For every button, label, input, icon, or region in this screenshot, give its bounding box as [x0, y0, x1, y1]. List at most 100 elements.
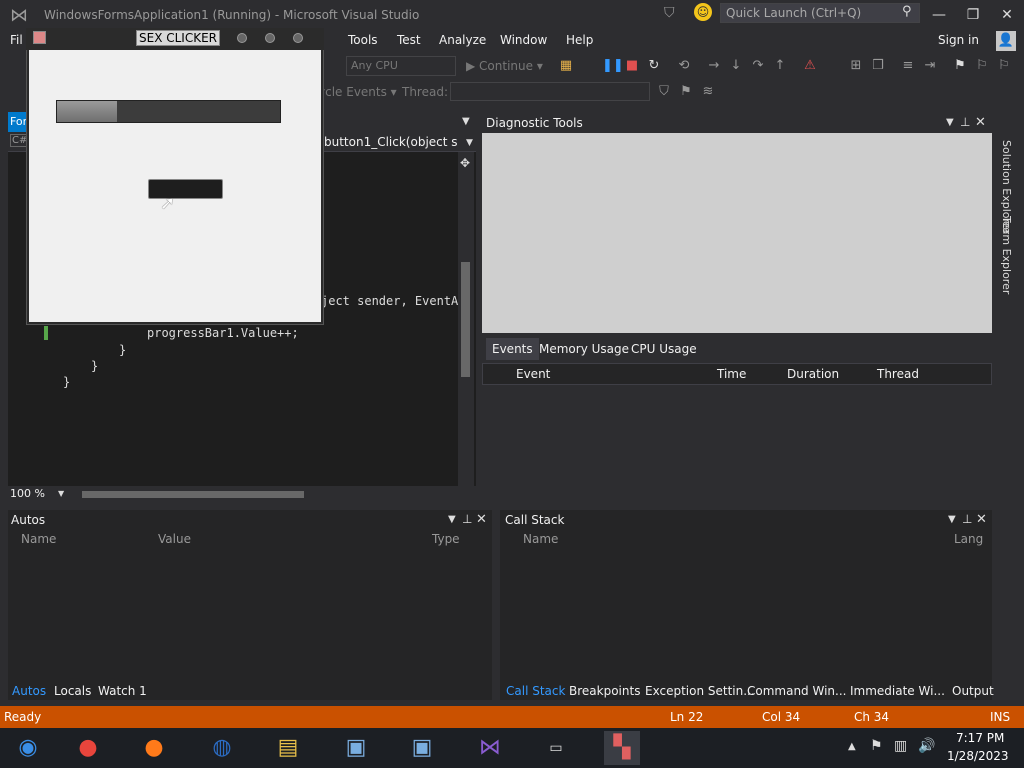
thread-expand-icon[interactable]: ≋ [700, 84, 716, 100]
tab-watch-1[interactable]: Watch 1 [98, 684, 147, 698]
thread-select[interactable] [450, 82, 650, 101]
autos-pin-icon[interactable]: ⊥ [462, 512, 472, 526]
clock-date[interactable]: 1/28/2023 [947, 749, 1009, 763]
editor-scroll-thumb[interactable] [461, 262, 470, 377]
platform-select[interactable]: Any CPU [346, 56, 456, 76]
pause-icon[interactable]: ❚❚ [602, 58, 624, 74]
form-minimize-button[interactable] [237, 33, 247, 43]
quick-launch-input[interactable]: Quick Launch (Ctrl+Q) [720, 3, 920, 23]
bookmark-icon[interactable]: ⚑ [952, 58, 968, 74]
form-app-icon[interactable] [33, 31, 46, 44]
chrome-icon[interactable]: ● [70, 731, 106, 765]
toolbar-window-icon[interactable]: ❒ [870, 58, 886, 74]
sign-in-link[interactable]: Sign in [938, 33, 979, 47]
split-editor-icon[interactable]: ✥ [460, 156, 470, 170]
menu-test[interactable]: Test [397, 33, 421, 47]
autos-column-value[interactable]: Value [158, 532, 191, 546]
form-close-button[interactable] [293, 33, 303, 43]
team-explorer-tab[interactable]: Team Explorer [1000, 216, 1013, 294]
call-stack-close-icon[interactable]: ✕ [976, 512, 987, 527]
column-event[interactable]: Event [516, 367, 550, 381]
tab-exception-settings[interactable]: Exception Settin... [645, 684, 755, 698]
call-stack-column-name[interactable]: Name [523, 532, 558, 546]
step-out-icon[interactable]: ↑ [772, 58, 788, 74]
start-button-icon[interactable]: ◉ [10, 731, 46, 765]
notifications-filter-icon[interactable]: ⛉ [664, 5, 675, 21]
column-duration[interactable]: Duration [787, 367, 839, 381]
tab-command-window[interactable]: Command Win... [747, 684, 846, 698]
panel-options-icon[interactable]: ▼ [946, 117, 954, 128]
minimize-button[interactable]: — [926, 4, 952, 26]
command-prompt-icon[interactable]: ▭ [538, 731, 574, 765]
form-maximize-button[interactable] [265, 33, 275, 43]
lifecycle-events-dropdown[interactable]: ycle Events ▾ [318, 85, 397, 99]
bookmark-next-icon[interactable]: ⚐ [996, 58, 1012, 74]
column-thread[interactable]: Thread [877, 367, 919, 381]
feedback-smiley-icon[interactable]: ☺ [694, 3, 712, 21]
zoom-dropdown-icon[interactable]: ▼ [58, 489, 64, 498]
call-stack-column-lang[interactable]: Lang [954, 532, 983, 546]
menu-tools[interactable]: Tools [348, 33, 378, 47]
debug-target-icon[interactable]: ▦ [558, 58, 574, 74]
menu-help[interactable]: Help [566, 33, 593, 47]
autos-close-icon[interactable]: ✕ [476, 512, 487, 527]
continue-button[interactable]: ▶ Continue ▾ [466, 59, 543, 73]
restore-button[interactable]: ❐ [960, 4, 986, 26]
step-into-icon[interactable]: ↓ [728, 58, 744, 74]
toolbar-layout-icon[interactable]: ⊞ [848, 58, 864, 74]
diagnostic-graph-area[interactable] [482, 133, 992, 333]
firefox-icon[interactable]: ● [136, 731, 172, 765]
call-stack-options-icon[interactable]: ▼ [948, 514, 956, 525]
autos-options-icon[interactable]: ▼ [448, 514, 456, 525]
column-time[interactable]: Time [717, 367, 746, 381]
restart-icon[interactable]: ↻ [646, 58, 662, 74]
menu-window[interactable]: Window [500, 33, 547, 47]
editor-tab-form[interactable]: For [8, 112, 27, 132]
autos-column-name[interactable]: Name [21, 532, 56, 546]
tab-output[interactable]: Output [952, 684, 994, 698]
step-over-icon[interactable]: ↷ [750, 58, 766, 74]
visual-studio-taskbar-icon[interactable]: ⋈ [472, 731, 508, 765]
tab-events[interactable]: Events [486, 338, 539, 360]
action-center-flag-icon[interactable]: ⚑ [870, 738, 883, 754]
show-next-statement-icon[interactable]: → [706, 58, 722, 74]
pin-icon[interactable]: ⊥ [960, 115, 970, 129]
network-computer-icon[interactable]: ▣ [338, 731, 374, 765]
running-app-icon[interactable]: ▚ [604, 731, 640, 765]
network-computer-2-icon[interactable]: ▣ [404, 731, 440, 765]
hot-reload-icon[interactable]: ⟲ [676, 58, 692, 74]
zoom-level[interactable]: 100 % [10, 487, 45, 500]
account-avatar-icon[interactable]: 👤 [996, 31, 1016, 51]
tab-autos[interactable]: Autos [12, 684, 46, 698]
show-hidden-icons-icon[interactable]: ▲ [848, 741, 856, 752]
volume-icon[interactable]: 🔊 [918, 738, 935, 754]
member-dropdown-chevron-icon[interactable]: ▼ [466, 138, 473, 148]
tab-locals[interactable]: Locals [54, 684, 91, 698]
search-icon[interactable]: ⚲ [902, 4, 912, 19]
editor-horizontal-scroll-thumb[interactable] [82, 491, 304, 498]
thread-flag-icon[interactable]: ⚑ [678, 84, 694, 100]
indent-icon[interactable]: ⇥ [922, 58, 938, 74]
stop-icon[interactable]: ■ [624, 58, 640, 74]
tab-breakpoints[interactable]: Breakpoints [569, 684, 640, 698]
tab-call-stack[interactable]: Call Stack [506, 684, 565, 698]
tab-memory-usage[interactable]: Memory Usage [539, 342, 629, 356]
file-explorer-icon[interactable]: ▤ [270, 731, 306, 765]
autos-column-type[interactable]: Type [432, 532, 460, 546]
campaign-logo-icon[interactable]: ◍ [204, 731, 240, 765]
tab-dropdown-icon[interactable]: ▼ [462, 116, 470, 127]
member-dropdown[interactable]: button1_Click(object s [324, 135, 458, 149]
tab-cpu-usage[interactable]: CPU Usage [631, 342, 697, 356]
thread-filter-icon[interactable]: ⛉ [656, 84, 672, 100]
exception-icon[interactable]: ⚠ [802, 58, 818, 74]
menu-file[interactable]: Fil [10, 33, 23, 47]
format-icon[interactable]: ≡ [900, 58, 916, 74]
bookmark-prev-icon[interactable]: ⚐ [974, 58, 990, 74]
close-button[interactable]: ✕ [994, 4, 1020, 26]
network-icon[interactable]: ▥ [894, 738, 907, 754]
panel-close-icon[interactable]: ✕ [975, 115, 986, 130]
call-stack-pin-icon[interactable]: ⊥ [962, 512, 972, 526]
menu-analyze[interactable]: Analyze [439, 33, 486, 47]
clock-time[interactable]: 7:17 PM [956, 731, 1004, 745]
tab-immediate-window[interactable]: Immediate Wi... [850, 684, 945, 698]
